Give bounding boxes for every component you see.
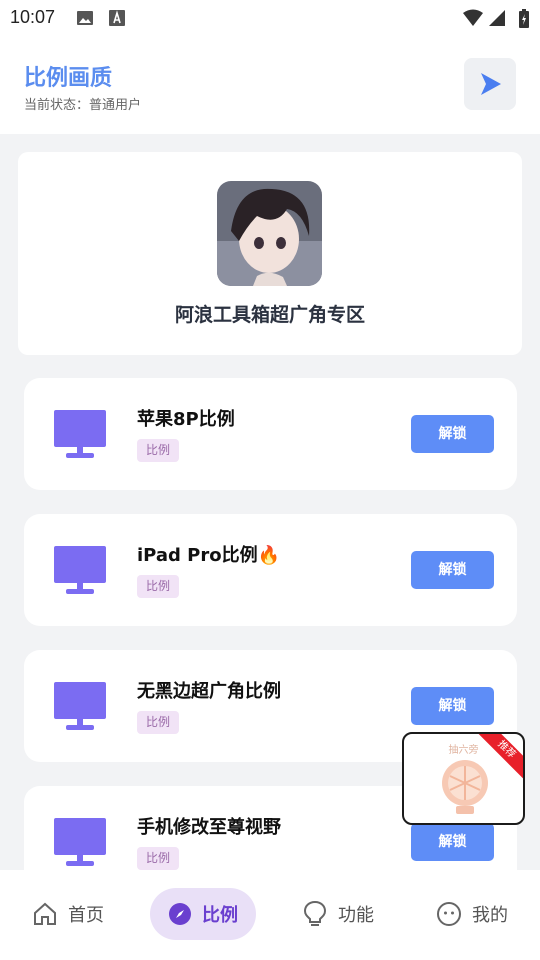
gallery-icon [76,9,94,31]
card-tag: 比例 [137,439,180,462]
tab-label: 比例 [202,905,238,926]
tab-label: 我的 [472,905,508,926]
compass-icon [169,903,191,925]
monitor-icon [54,682,106,736]
floating-ad[interactable]: 抽六旁 推荐 [402,732,525,825]
lottery-wheel-icon [442,760,488,814]
unlock-button[interactable]: 解锁 [411,687,494,725]
app-header: 比例画质 当前状态：普通用户 [0,36,540,134]
card-tag: 比例 [137,847,180,870]
card-title: iPad Pro比例🔥 [137,545,281,566]
bottom-tab-bar: 首页 比例 功能 我的 [0,870,540,960]
list-item[interactable]: iPad Pro比例🔥 比例 解锁 [24,514,517,626]
monitor-icon [54,818,106,872]
status-time: 10:07 [10,7,56,27]
hero-avatar-image [217,181,322,286]
tab-home[interactable]: 首页 [32,888,104,940]
battery-icon [518,9,530,33]
page-title: 比例画质 [24,66,113,91]
hero-card: 阿浪工具箱超广角专区 [18,152,522,355]
unlock-button[interactable]: 解锁 [411,823,494,861]
play-button[interactable] [464,58,516,110]
card-title: 苹果8P比例 [137,409,235,430]
status-bar: 10:07 [0,0,540,36]
font-icon [108,9,126,31]
monitor-icon [54,546,106,600]
play-icon [481,73,501,95]
face-icon [437,902,461,926]
wifi-icon [462,9,484,31]
list-item[interactable]: 苹果8P比例 比例 解锁 [24,378,517,490]
tab-ratio[interactable]: 比例 [150,888,256,940]
tab-label: 功能 [338,905,374,926]
lightbulb-icon [303,900,327,926]
card-tag: 比例 [137,575,180,598]
home-icon [34,902,56,925]
hero-title: 阿浪工具箱超广角专区 [174,304,365,326]
unlock-button[interactable]: 解锁 [411,551,494,589]
unlock-button[interactable]: 解锁 [411,415,494,453]
card-title: 无黑边超广角比例 [137,681,281,702]
tab-mine[interactable]: 我的 [436,888,508,940]
monitor-icon [54,410,106,464]
tab-label: 首页 [68,905,104,926]
card-title: 手机修改至尊视野 [137,817,281,838]
tab-features[interactable]: 功能 [302,888,374,940]
signal-icon [488,9,506,31]
card-tag: 比例 [137,711,180,734]
user-status: 当前状态：普通用户 [24,98,142,113]
